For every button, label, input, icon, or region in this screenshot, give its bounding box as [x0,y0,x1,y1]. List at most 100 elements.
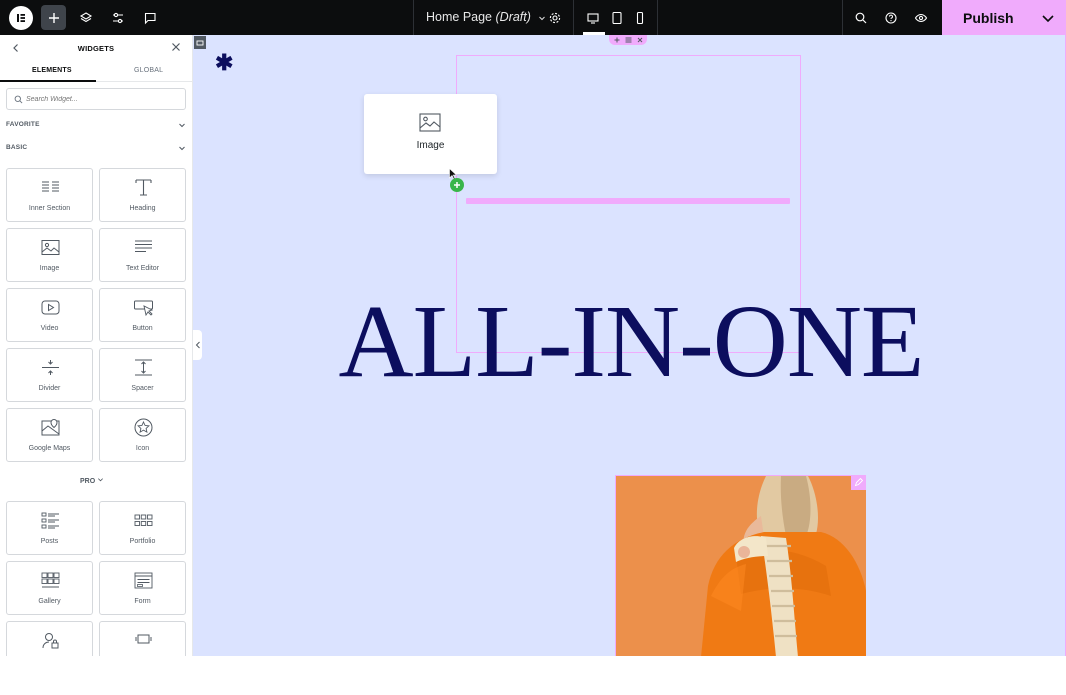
settings-sliders-icon [113,12,123,24]
widget-heading[interactable]: Heading [99,168,186,222]
close-icon[interactable] [637,37,643,43]
page-status: (Draft) [495,10,531,24]
video-icon [41,300,60,315]
panel-header: WIDGETS [0,35,192,59]
drag-grid-icon[interactable] [625,37,632,43]
search-icon [14,95,23,104]
widget-gallery[interactable]: Gallery [6,561,93,615]
heading-icon [135,179,152,196]
gallery-icon [41,572,60,588]
section-basic[interactable]: BASIC [6,141,186,155]
drag-preview-label: Image [416,140,445,151]
section-pro[interactable]: PRO [80,476,104,485]
chevron-down-icon [98,478,104,482]
help-icon [885,12,897,24]
chevron-down-icon [179,123,185,128]
widget-label: Icon [135,445,150,452]
search-widget-input[interactable] [26,93,176,106]
close-icon[interactable] [170,41,182,53]
widget-label: Portfolio [129,538,156,545]
widget-portfolio[interactable]: Portfolio [99,501,186,555]
top-bar: Home Page (Draft) Publish [0,0,1066,35]
finder-button[interactable] [848,5,874,31]
spacer-icon [135,359,152,376]
hero-heading[interactable]: ALL-IN-ONE [336,290,926,394]
section-favorite[interactable]: FAVORITE [6,118,186,132]
login-icon [42,633,59,649]
widget-video[interactable]: Video [6,288,93,342]
text-editor-icon [135,240,152,252]
add-element-button[interactable] [41,5,66,30]
mobile-icon [636,11,644,25]
widget-slides[interactable] [99,621,186,656]
device-desktop-button[interactable] [580,5,606,31]
container-handle[interactable] [609,35,647,45]
panel-collapse-toggle[interactable] [193,330,202,360]
widget-text-editor[interactable]: Text Editor [99,228,186,282]
eye-icon [914,13,928,23]
slides-icon [135,634,152,644]
hero-image[interactable] [615,475,866,656]
tab-global[interactable]: GLOBAL [134,67,163,74]
widget-label: Divider [38,385,61,392]
widget-spacer[interactable]: Spacer [99,348,186,402]
widget-label: Inner Section [28,205,71,212]
structure-layers-button[interactable] [73,5,99,31]
widget-label: Posts [40,538,59,545]
layers-icon [79,12,93,23]
asterisk-logo-icon: ✱ [215,50,234,75]
panel-tabs: ELEMENTS GLOBAL [0,59,192,82]
plus-icon [48,12,59,23]
publish-button[interactable]: Publish [963,10,1014,26]
edit-image-button[interactable] [851,475,866,490]
add-here-badge [450,178,464,192]
pencil-icon [854,478,863,487]
divider-icon [42,360,59,375]
add-icon[interactable] [614,37,620,43]
widget-divider[interactable]: Divider [6,348,93,402]
widget-icon[interactable]: Icon [99,408,186,462]
widgets-panel: WIDGETS ELEMENTS GLOBAL FAVORITE BASIC I… [0,35,193,656]
site-settings-button[interactable] [105,5,131,31]
help-button[interactable] [878,5,904,31]
widget-label: Gallery [38,598,61,605]
widget-label: Spacer [131,385,154,392]
divider [657,0,658,35]
chevron-down-icon [179,146,185,151]
widget-login[interactable] [6,621,93,656]
button-icon [134,300,154,317]
divider [573,0,574,35]
image-icon [41,240,60,255]
widget-form[interactable]: Form [99,561,186,615]
chevron-down-icon[interactable] [1040,10,1056,26]
star-icon [134,418,153,437]
device-mobile-button[interactable] [627,5,653,31]
divider [842,0,843,35]
image-icon [419,113,441,132]
widget-google-maps[interactable]: Google Maps [6,408,93,462]
preview-button[interactable] [908,5,934,31]
section-handle[interactable] [194,36,206,49]
widget-image[interactable]: Image [6,228,93,282]
dragged-widget-preview: Image [364,94,497,174]
section-label: BASIC [6,144,28,151]
comment-icon [144,12,156,25]
section-structure-icon [196,40,204,45]
widget-posts[interactable]: Posts [6,501,93,555]
widget-label: Button [132,325,153,332]
page-title-dropdown[interactable]: Home Page (Draft) [426,10,546,24]
google-maps-icon [41,418,60,436]
notes-button[interactable] [137,5,163,31]
page-settings-button[interactable] [542,5,568,31]
widget-inner-section[interactable]: Inner Section [6,168,93,222]
widget-button[interactable]: Button [99,288,186,342]
search-icon [855,12,867,24]
elementor-editor: Home Page (Draft) Publish WIDGETS ELEMEN… [0,0,1066,695]
widget-label: Image [39,265,60,272]
viewport-bottom-area [0,656,1066,695]
section-label: PRO [80,478,96,485]
tab-elements[interactable]: ELEMENTS [32,67,72,74]
plus-icon [454,182,460,188]
inner-section-icon [42,181,59,192]
elementor-logo-icon[interactable] [9,6,33,30]
